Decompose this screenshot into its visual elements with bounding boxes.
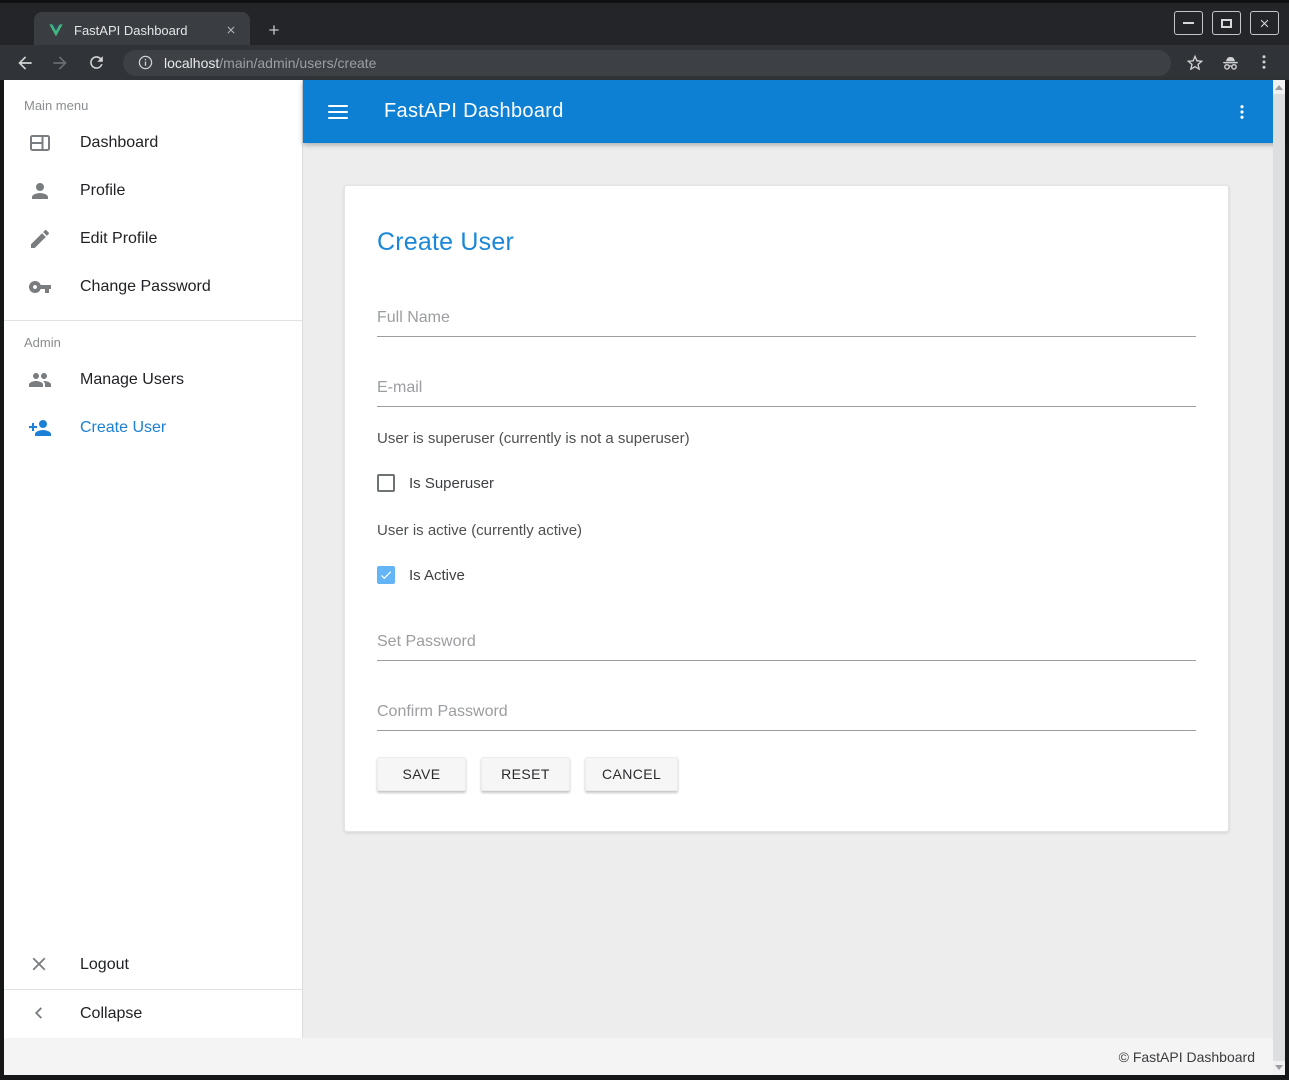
superuser-checkbox-row[interactable]: Is Superuser bbox=[377, 474, 1196, 492]
confirm-password-input[interactable] bbox=[377, 703, 1196, 730]
reset-button[interactable]: RESET bbox=[481, 757, 570, 791]
info-icon[interactable] bbox=[137, 54, 154, 71]
confirm-password-field-wrap bbox=[377, 703, 1196, 731]
vue-logo-icon bbox=[48, 22, 64, 38]
hamburger-menu-icon[interactable] bbox=[328, 105, 348, 119]
new-tab-button[interactable] bbox=[261, 18, 287, 42]
content-area: Create User User is superuser (currently… bbox=[303, 143, 1285, 1038]
person-icon bbox=[28, 179, 52, 203]
footer-copyright: © FastAPI Dashboard bbox=[1119, 1049, 1255, 1065]
save-button[interactable]: SAVE bbox=[377, 757, 466, 791]
active-hint: User is active (currently active) bbox=[377, 522, 1196, 539]
key-icon bbox=[28, 275, 52, 299]
close-window-button[interactable] bbox=[1250, 11, 1279, 35]
forward-icon[interactable] bbox=[50, 53, 70, 73]
maximize-icon bbox=[1221, 19, 1232, 28]
url-path: /main/admin/users/create bbox=[219, 55, 376, 71]
sidebar-item-label: Collapse bbox=[80, 1005, 142, 1023]
browser-tab-strip: FastAPI Dashboard bbox=[0, 0, 1289, 45]
browser-menu-kebab-icon[interactable] bbox=[1255, 53, 1275, 73]
form-buttons: SAVE RESET CANCEL bbox=[377, 757, 1196, 791]
sidebar-item-dashboard[interactable]: Dashboard bbox=[4, 119, 302, 167]
close-x-icon bbox=[28, 953, 52, 977]
sidebar-item-label: Logout bbox=[80, 956, 129, 974]
sidebar: Main menu Dashboard Profile bbox=[4, 80, 303, 1038]
sidebar-item-label: Manage Users bbox=[80, 371, 184, 389]
sidebar-bottom: Logout Collapse bbox=[4, 941, 302, 1038]
browser-toolbar: localhost/main/admin/users/create bbox=[0, 45, 1289, 80]
main-area: FastAPI Dashboard Create User bbox=[303, 80, 1285, 1038]
sidebar-section-admin: Admin bbox=[4, 321, 302, 356]
page-title: Create User bbox=[377, 228, 1196, 257]
sidebar-item-create-user[interactable]: Create User bbox=[4, 404, 302, 452]
sidebar-item-label: Change Password bbox=[80, 278, 211, 296]
set-password-field-wrap bbox=[377, 633, 1196, 661]
superuser-checkbox[interactable] bbox=[377, 474, 395, 492]
appbar-kebab-icon[interactable] bbox=[1233, 103, 1251, 121]
sidebar-item-change-password[interactable]: Change Password bbox=[4, 263, 302, 311]
minimize-button[interactable] bbox=[1174, 11, 1203, 35]
sidebar-item-manage-users[interactable]: Manage Users bbox=[4, 356, 302, 404]
page-scrollbar[interactable] bbox=[1273, 80, 1285, 1075]
browser-tab[interactable]: FastAPI Dashboard bbox=[34, 12, 250, 48]
people-icon bbox=[28, 368, 52, 392]
chevron-left-icon bbox=[28, 1002, 52, 1026]
check-icon bbox=[379, 568, 393, 582]
email-field-wrap bbox=[377, 379, 1196, 407]
pencil-icon bbox=[28, 227, 52, 251]
sidebar-section-main-menu: Main menu bbox=[4, 80, 302, 119]
scroll-up-icon[interactable] bbox=[1275, 85, 1283, 90]
scrollbar-thumb[interactable] bbox=[1273, 94, 1285, 1061]
full-name-field-wrap bbox=[377, 309, 1196, 337]
incognito-icon bbox=[1220, 53, 1240, 73]
set-password-input[interactable] bbox=[377, 633, 1196, 660]
sidebar-item-label: Dashboard bbox=[80, 134, 158, 152]
back-icon[interactable] bbox=[15, 53, 35, 73]
sidebar-item-profile[interactable]: Profile bbox=[4, 167, 302, 215]
maximize-button[interactable] bbox=[1212, 11, 1241, 35]
scroll-down-icon[interactable] bbox=[1275, 1065, 1283, 1070]
sidebar-item-logout[interactable]: Logout bbox=[4, 941, 302, 989]
reload-icon[interactable] bbox=[87, 53, 107, 73]
browser-window: FastAPI Dashboard bbox=[0, 0, 1289, 1080]
sidebar-item-label: Edit Profile bbox=[80, 230, 157, 248]
dashboard-icon bbox=[28, 131, 52, 155]
app-title: FastAPI Dashboard bbox=[384, 100, 564, 123]
active-checkbox[interactable] bbox=[377, 566, 395, 584]
address-bar[interactable]: localhost/main/admin/users/create bbox=[123, 50, 1171, 76]
toolbar-actions bbox=[1185, 53, 1275, 73]
app-bar: FastAPI Dashboard bbox=[303, 80, 1285, 143]
sidebar-item-label: Create User bbox=[80, 419, 166, 437]
superuser-hint: User is superuser (currently is not a su… bbox=[377, 430, 1196, 447]
email-input[interactable] bbox=[377, 379, 1196, 406]
star-icon[interactable] bbox=[1185, 53, 1205, 73]
create-user-card: Create User User is superuser (currently… bbox=[344, 185, 1229, 832]
active-checkbox-row[interactable]: Is Active bbox=[377, 566, 1196, 584]
tab-close-icon[interactable] bbox=[222, 21, 240, 39]
superuser-checkbox-label: Is Superuser bbox=[409, 475, 494, 492]
footer: © FastAPI Dashboard bbox=[4, 1038, 1285, 1075]
full-name-input[interactable] bbox=[377, 309, 1196, 336]
sidebar-item-edit-profile[interactable]: Edit Profile bbox=[4, 215, 302, 263]
cancel-button[interactable]: CANCEL bbox=[585, 757, 678, 791]
sidebar-item-label: Profile bbox=[80, 182, 125, 200]
person-add-icon bbox=[28, 416, 52, 440]
active-checkbox-label: Is Active bbox=[409, 567, 465, 584]
window-controls bbox=[1174, 11, 1279, 35]
url-host: localhost bbox=[164, 55, 219, 71]
tab-title: FastAPI Dashboard bbox=[74, 23, 222, 38]
close-icon bbox=[1258, 17, 1271, 30]
sidebar-item-collapse[interactable]: Collapse bbox=[4, 990, 302, 1038]
page: Main menu Dashboard Profile bbox=[4, 80, 1285, 1075]
minimize-icon bbox=[1183, 22, 1194, 24]
